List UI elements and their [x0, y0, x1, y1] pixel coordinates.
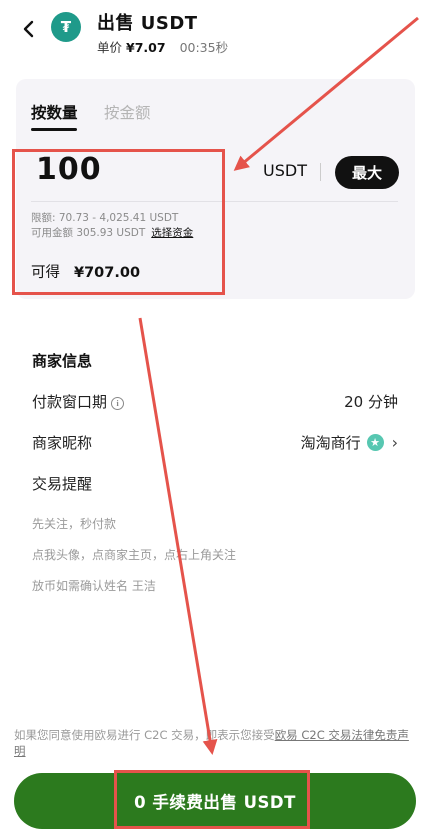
back-chevron-icon[interactable]	[18, 18, 40, 40]
limit-text: 限额: 70.73 - 4,025.41 USDT	[31, 212, 179, 224]
legal-text: 如果您同意使用欧易进行 C2C 交易，即表示您接受	[14, 728, 275, 742]
page-title: 出售 USDT	[97, 13, 198, 34]
merchant-info-title: 商家信息	[32, 352, 93, 370]
unit-price-label: 单价	[97, 40, 123, 55]
trade-note-label: 交易提醒	[32, 475, 93, 493]
trade-note-line: 点我头像，点商家主页，点右上角关注	[32, 548, 237, 562]
tab-by-quantity[interactable]: 按数量	[31, 101, 78, 123]
unit-price-value: ¥7.07	[126, 40, 166, 55]
annotation-arrow	[138, 317, 218, 755]
receive-label: 可得	[31, 265, 60, 281]
chevron-right-icon: ›	[391, 433, 398, 452]
receive-row: 可得 ¥707.00	[31, 261, 140, 282]
amount-input[interactable]: 100	[36, 152, 102, 187]
merchant-name-link[interactable]: 淘淘商行 ★ ›	[301, 432, 398, 453]
amount-unit: USDT	[263, 161, 307, 180]
receive-value: ¥707.00	[74, 265, 141, 281]
price-line: 单价 ¥7.07 00:35秒	[97, 37, 228, 56]
available-balance: 可用金额 305.93 USDT 选择资金	[31, 225, 193, 240]
payment-window-row: 付款窗口期 i	[32, 391, 125, 412]
merchant-name-label: 商家昵称	[32, 434, 93, 452]
sell-button[interactable]: 0 手续费出售 USDT	[14, 773, 416, 829]
tab-by-amount[interactable]: 按金额	[104, 101, 151, 123]
verified-badge-icon: ★	[366, 434, 384, 451]
payment-window-value: 20 分钟	[344, 393, 398, 411]
payment-window-label: 付款窗口期	[32, 393, 108, 411]
countdown-timer: 00:35秒	[179, 40, 229, 55]
legal-disclaimer: 如果您同意使用欧易进行 C2C 交易，即表示您接受欧易 C2C 交易法律免责声明	[14, 727, 419, 759]
select-funds-link[interactable]: 选择资金	[151, 227, 193, 239]
trade-note-line: 先关注，秒付款	[32, 517, 117, 531]
merchant-name-value: 淘淘商行	[300, 434, 361, 452]
header: ₮ 出售 USDT 单价 ¥7.07 00:35秒	[0, 0, 431, 62]
usdt-coin-icon: ₮	[51, 12, 81, 42]
info-icon[interactable]: i	[111, 396, 125, 410]
unit-separator	[320, 163, 321, 181]
available-text: 可用金额 305.93 USDT	[31, 227, 146, 239]
trade-note-line: 放币如需确认姓名 王洁	[32, 579, 156, 593]
max-button[interactable]: 最大	[335, 156, 399, 189]
input-divider	[31, 201, 398, 202]
active-tab-indicator	[31, 128, 77, 131]
